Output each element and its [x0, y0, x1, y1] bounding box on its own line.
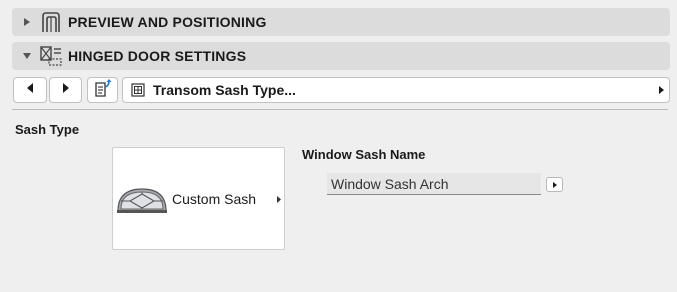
section-title: PREVIEW AND POSITIONING [68, 14, 267, 30]
window-sash-name-heading: Window Sash Name [302, 147, 426, 162]
preview-positioning-header[interactable]: PREVIEW AND POSITIONING [12, 8, 670, 36]
previous-page-button[interactable] [13, 77, 47, 103]
sash-name-menu-button[interactable] [546, 177, 563, 192]
triangle-right-icon [658, 85, 665, 95]
door-settings-icon [38, 42, 64, 70]
sash-type-label: Custom Sash [172, 191, 257, 207]
page-selector[interactable]: Transom Sash Type... [122, 77, 670, 103]
triangle-right-icon [276, 195, 282, 204]
sash-type-picker[interactable]: Custom Sash [112, 147, 285, 250]
sash-grid-icon [131, 83, 145, 97]
expand-triangle-icon[interactable] [16, 8, 38, 36]
sash-type-heading: Sash Type [15, 122, 80, 137]
collapse-triangle-icon[interactable] [16, 42, 38, 70]
page-select-button[interactable] [87, 77, 118, 103]
triangle-left-icon [26, 81, 34, 99]
door-frame-icon [38, 8, 64, 36]
divider [12, 109, 668, 110]
section-title: HINGED DOOR SETTINGS [68, 48, 247, 64]
triangle-right-icon [552, 181, 558, 189]
arch-window-icon [116, 186, 168, 219]
triangle-right-icon [62, 81, 70, 99]
current-page-label: Transom Sash Type... [153, 82, 296, 98]
hinged-door-settings-header[interactable]: HINGED DOOR SETTINGS [12, 42, 670, 70]
next-page-button[interactable] [49, 77, 82, 103]
page-select-icon [93, 78, 113, 103]
window-sash-name-field[interactable]: Window Sash Arch [327, 173, 541, 195]
